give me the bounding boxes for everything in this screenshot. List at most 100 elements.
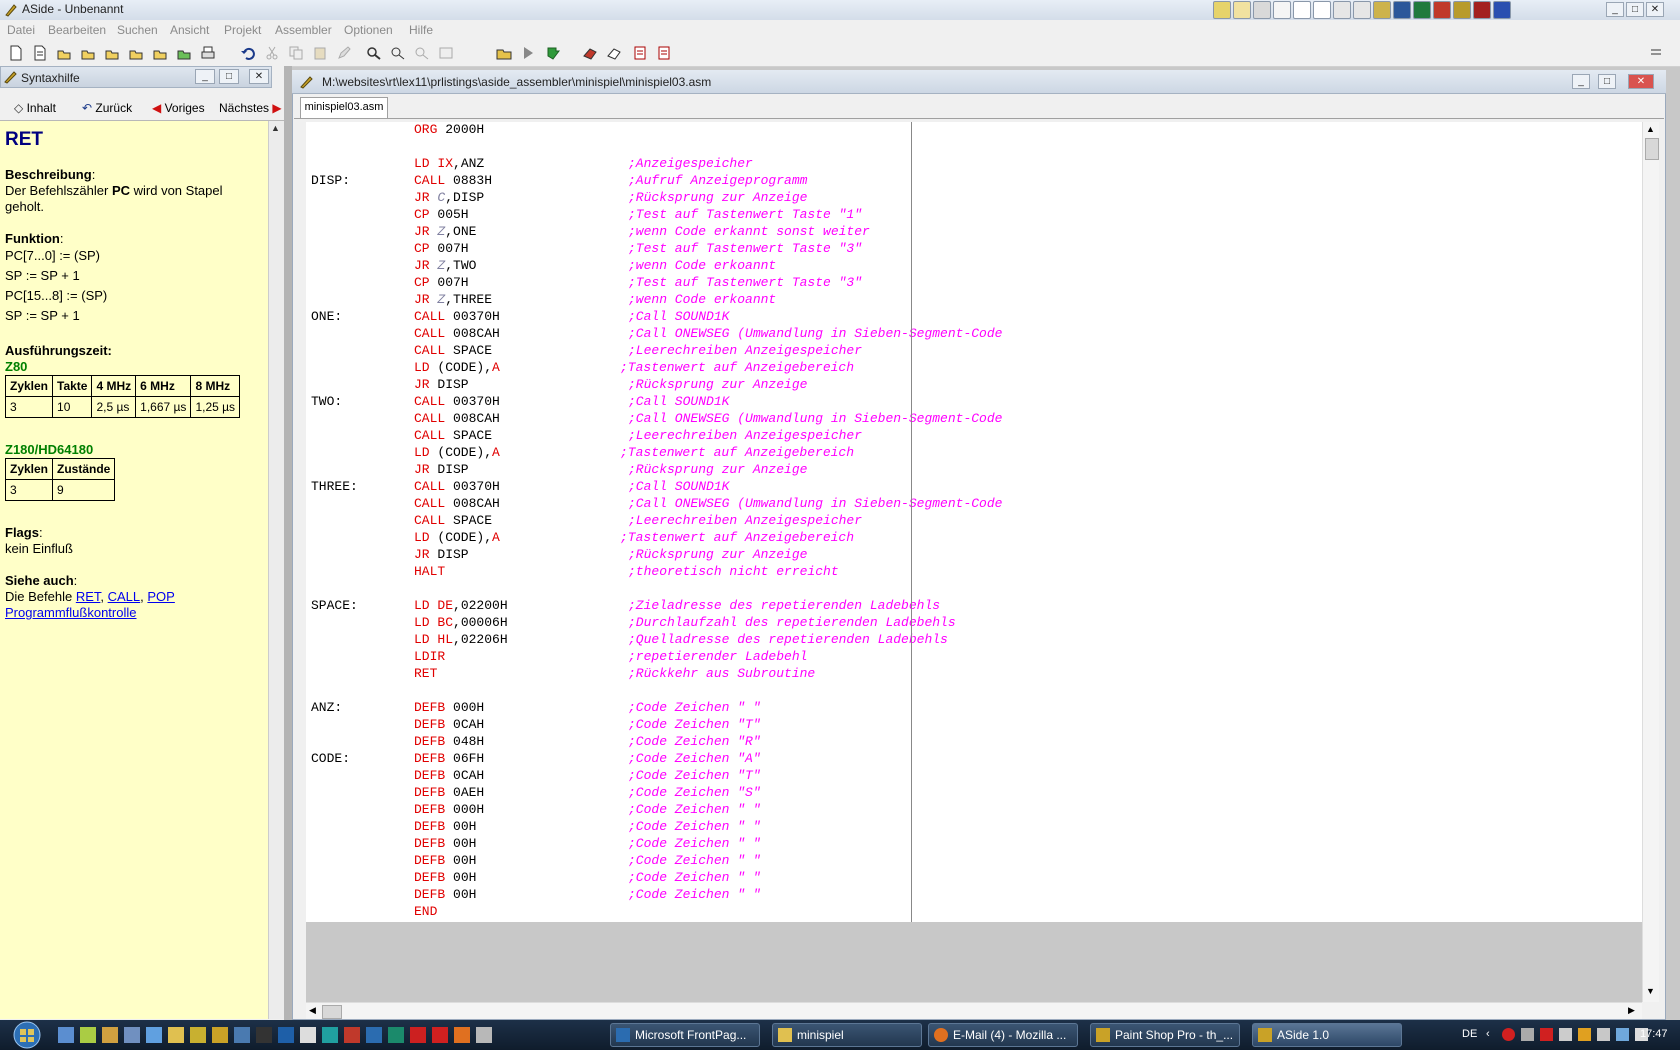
menu-hilfe[interactable]: Hilfe (409, 23, 433, 37)
ql-icon[interactable] (124, 1027, 140, 1043)
close-button[interactable]: ✕ (1646, 2, 1664, 17)
ql-icon[interactable] (454, 1027, 470, 1043)
cut-icon[interactable] (264, 45, 280, 61)
tray-icon[interactable] (1597, 1028, 1610, 1041)
network-icon[interactable] (1616, 1028, 1629, 1041)
inhalt-button[interactable]: ◇ Inhalt (14, 101, 56, 117)
ql-icon[interactable] (58, 1027, 74, 1043)
new-file-icon[interactable] (8, 45, 24, 61)
tool-eraser-icon[interactable] (582, 45, 598, 61)
quicklaunch-icon[interactable] (1293, 1, 1311, 19)
scroll-down-icon[interactable]: ▼ (1646, 986, 1655, 996)
language-indicator[interactable]: DE (1462, 1028, 1477, 1040)
ql-icon[interactable] (432, 1027, 448, 1043)
quicklaunch-icon[interactable] (1273, 1, 1291, 19)
menu-optionen[interactable]: Optionen (344, 23, 393, 37)
tray-icon[interactable] (1559, 1028, 1572, 1041)
quicklaunch-icon[interactable] (1333, 1, 1351, 19)
paste-icon[interactable] (312, 45, 328, 61)
edit-icon[interactable] (336, 45, 352, 61)
ql-icon[interactable] (80, 1027, 96, 1043)
run-icon[interactable] (520, 45, 536, 61)
link-call[interactable]: CALL (108, 589, 141, 604)
ql-icon[interactable] (168, 1027, 184, 1043)
scroll-up-icon[interactable]: ▲ (1646, 124, 1655, 134)
tray-icon[interactable] (1521, 1028, 1534, 1041)
task-minispiel[interactable]: minispiel (772, 1023, 922, 1047)
scroll-thumb[interactable] (1645, 138, 1659, 160)
maximize-button[interactable]: □ (1626, 2, 1644, 17)
export-icon[interactable] (176, 45, 192, 61)
voriges-button[interactable]: ◀ Voriges (152, 101, 205, 117)
ql-icon[interactable] (234, 1027, 250, 1043)
menu-bearbeiten[interactable]: Bearbeiten (48, 23, 106, 37)
ql-icon[interactable] (300, 1027, 316, 1043)
link-ret[interactable]: RET (76, 589, 101, 604)
task-frontpage[interactable]: Microsoft FrontPag... (610, 1023, 760, 1047)
open-project-icon[interactable] (80, 45, 96, 61)
tool-export-icon[interactable] (632, 45, 648, 61)
scroll-left-icon[interactable]: ◀ (309, 1005, 316, 1016)
clock[interactable]: 17:47 (1640, 1028, 1668, 1040)
link-programmflusskontrolle[interactable]: Programmflußkontrolle (5, 605, 137, 620)
ql-icon[interactable] (278, 1027, 294, 1043)
menu-ansicht[interactable]: Ansicht (170, 23, 209, 37)
ql-icon[interactable] (344, 1027, 360, 1043)
open-file-icon[interactable] (56, 45, 72, 61)
print-icon[interactable] (200, 45, 216, 61)
quicklaunch-icon[interactable] (1233, 1, 1251, 19)
undo-icon[interactable] (240, 45, 256, 61)
editor-close-button[interactable]: ✕ (1628, 74, 1654, 89)
quicklaunch-icon[interactable] (1313, 1, 1331, 19)
task-email[interactable]: E-Mail (4) - Mozilla ... (928, 1023, 1078, 1047)
reopen-icon[interactable] (104, 45, 120, 61)
find-next-icon[interactable] (414, 45, 430, 61)
menu-datei[interactable]: Datei (7, 23, 35, 37)
save-all-icon[interactable] (152, 45, 168, 61)
editor-vertical-scrollbar[interactable]: ▲ ▼ (1642, 122, 1659, 1002)
tray-icon[interactable] (1578, 1028, 1591, 1041)
tool-clear-icon[interactable] (606, 45, 622, 61)
menu-projekt[interactable]: Projekt (224, 23, 261, 37)
menu-suchen[interactable]: Suchen (117, 23, 158, 37)
panel-maximize-button[interactable]: □ (219, 69, 239, 84)
tray-icon[interactable] (1502, 1028, 1515, 1041)
code-editor[interactable]: ORG 2000H LD IX,ANZ ;Anzeigespeicher DISP: C… (306, 122, 1642, 922)
panel-splitter[interactable] (284, 66, 292, 1020)
ql-icon[interactable] (212, 1027, 228, 1043)
tray-expand-icon[interactable]: ‹ (1486, 1028, 1490, 1040)
hscroll-thumb[interactable] (322, 1005, 342, 1019)
editor-horizontal-scrollbar[interactable]: ◀ ▶ (306, 1002, 1642, 1019)
ql-icon[interactable] (388, 1027, 404, 1043)
tool-report-icon[interactable] (656, 45, 672, 61)
task-paintshop[interactable]: Paint Shop Pro - th_... (1090, 1023, 1240, 1047)
scroll-up-icon[interactable]: ▲ (271, 123, 280, 133)
build-icon[interactable] (496, 45, 512, 61)
tray-icon[interactable] (1540, 1028, 1553, 1041)
quicklaunch-icon[interactable] (1473, 1, 1491, 19)
scroll-right-icon[interactable]: ▶ (1628, 1005, 1635, 1016)
toolbar-options-icon[interactable] (1648, 44, 1664, 60)
editor-maximize-button[interactable]: □ (1598, 74, 1616, 89)
quicklaunch-icon[interactable] (1433, 1, 1451, 19)
ql-icon[interactable] (256, 1027, 272, 1043)
editor-minimize-button[interactable]: _ (1572, 74, 1590, 89)
goto-line-icon[interactable] (438, 45, 454, 61)
task-aside[interactable]: ASide 1.0 (1252, 1023, 1402, 1047)
ql-icon[interactable] (366, 1027, 382, 1043)
debug-icon[interactable] (546, 45, 562, 61)
find-icon[interactable] (366, 45, 382, 61)
quicklaunch-icon[interactable] (1213, 1, 1231, 19)
copy-icon[interactable] (288, 45, 304, 61)
panel-close-button[interactable]: ✕ (249, 69, 269, 84)
help-scrollbar[interactable]: ▲ (268, 121, 285, 1019)
quicklaunch-icon[interactable] (1413, 1, 1431, 19)
quicklaunch-icon[interactable] (1493, 1, 1511, 19)
naechstes-button[interactable]: Nächstes ▶ (219, 101, 282, 117)
ql-icon[interactable] (190, 1027, 206, 1043)
start-button-icon[interactable] (8, 1020, 46, 1050)
ql-icon[interactable] (146, 1027, 162, 1043)
quicklaunch-icon[interactable] (1453, 1, 1471, 19)
ql-icon[interactable] (102, 1027, 118, 1043)
save-file-icon[interactable] (128, 45, 144, 61)
